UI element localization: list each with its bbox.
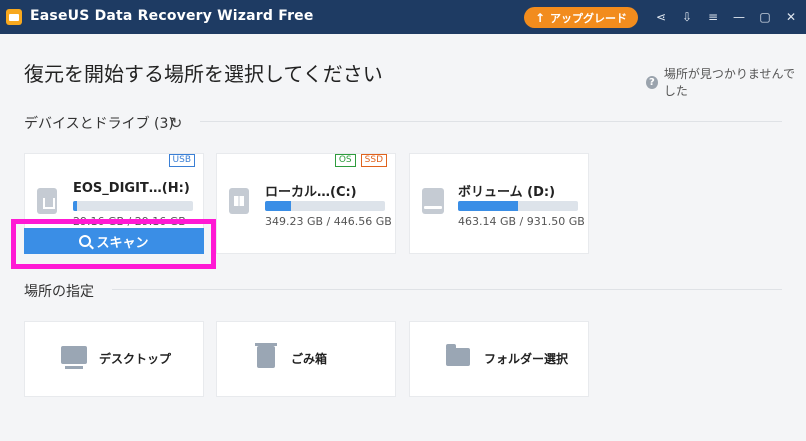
ssd-badge: SSD	[360, 154, 387, 167]
devices-section-title: デバイスとドライブ (3)	[24, 116, 174, 132]
desktop-icon	[61, 346, 87, 369]
title-bar: EaseUS Data Recovery Wizard Free ↑ アップグレ…	[0, 0, 806, 34]
help-icon: ?	[646, 75, 658, 89]
window-title: EaseUS Data Recovery Wizard Free	[30, 8, 314, 24]
share-icon[interactable]: ⋖	[653, 9, 669, 25]
section-divider	[200, 121, 782, 122]
upgrade-button[interactable]: ↑ アップグレード	[524, 7, 638, 28]
folder-icon	[446, 344, 470, 366]
hard-drive-icon	[422, 188, 444, 214]
location-label: フォルダー選択	[484, 352, 569, 366]
scan-label: スキャン	[96, 234, 149, 250]
usb-drive-icon	[37, 188, 57, 214]
drive-capacity: 463.14 GB / 931.50 GB	[458, 215, 585, 228]
upgrade-label: アップグレード	[550, 11, 628, 25]
drive-card-c[interactable]: OS SSD ローカル…(C:) 349.23 GB / 446.56 GB	[216, 153, 396, 254]
location-desktop[interactable]: デスクトップ	[24, 321, 204, 397]
section-divider	[112, 289, 782, 290]
trash-icon	[255, 343, 277, 368]
scan-button[interactable]: スキャン	[24, 228, 204, 254]
location-label: ごみ箱	[291, 352, 328, 366]
help-link[interactable]: ? 場所が見つかりませんでした	[646, 65, 806, 99]
menu-icon[interactable]: ≡	[705, 9, 721, 25]
usage-bar-fill	[73, 201, 77, 211]
close-icon[interactable]: ✕	[783, 9, 799, 25]
usb-badge: USB	[168, 154, 195, 167]
refresh-icon[interactable]: ↻	[168, 114, 184, 132]
maximize-icon[interactable]: ▢	[757, 9, 773, 25]
drive-capacity: 349.23 GB / 446.56 GB	[265, 215, 392, 228]
usage-bar	[265, 201, 385, 211]
minimize-icon[interactable]: —	[731, 9, 747, 25]
usage-bar-fill	[458, 201, 518, 211]
export-icon[interactable]: ⇩	[679, 9, 695, 25]
drive-name: ボリューム (D:)	[458, 185, 556, 200]
drive-badges: OS SSD	[334, 154, 387, 167]
locations-section-title: 場所の指定	[24, 284, 94, 300]
os-drive-icon	[229, 188, 249, 214]
drive-name: EOS_DIGIT…(H:)	[73, 181, 190, 196]
usage-bar	[458, 201, 578, 211]
drive-name: ローカル…(C:)	[265, 185, 357, 200]
arrow-up-icon: ↑	[534, 10, 546, 25]
location-folder[interactable]: フォルダー選択	[409, 321, 589, 397]
usage-bar	[73, 201, 193, 211]
os-badge: OS	[334, 154, 356, 167]
app-logo-icon	[6, 9, 22, 25]
usage-bar-fill	[265, 201, 292, 211]
scan-icon	[79, 235, 92, 247]
help-text: 場所が見つかりませんでした	[663, 67, 795, 98]
drive-badges: USB	[168, 154, 195, 167]
page-title: 復元を開始する場所を選択してください	[24, 62, 383, 86]
location-label: デスクトップ	[99, 352, 172, 366]
drive-card-d[interactable]: ボリューム (D:) 463.14 GB / 931.50 GB	[409, 153, 589, 254]
location-recycle-bin[interactable]: ごみ箱	[216, 321, 396, 397]
